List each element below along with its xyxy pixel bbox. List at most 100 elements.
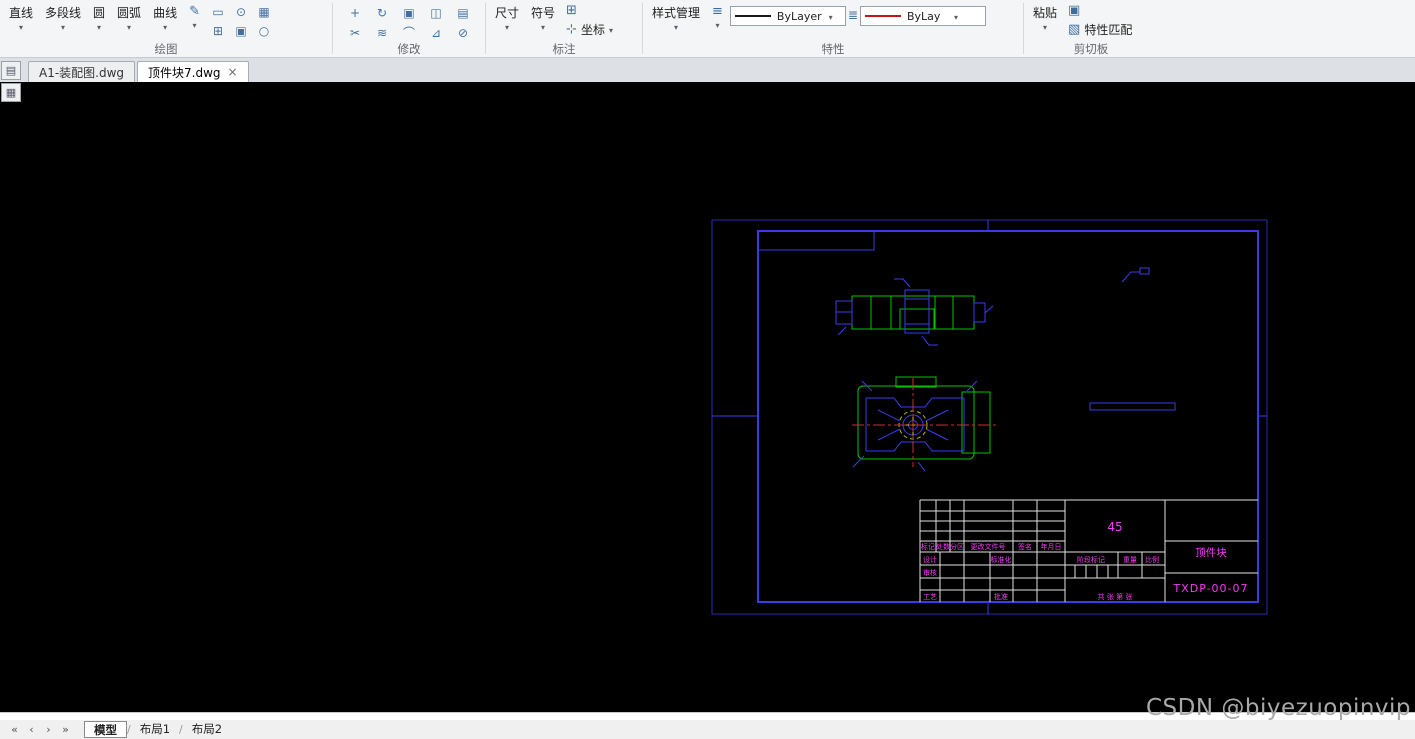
move-icon[interactable] xyxy=(342,3,368,22)
fillet-icon[interactable] xyxy=(396,23,422,42)
chevron-down-icon[interactable] xyxy=(193,21,197,30)
table-tool-button[interactable] xyxy=(562,2,617,19)
line-button[interactable]: 直线 xyxy=(4,1,38,33)
chevron-down-icon[interactable] xyxy=(674,23,678,32)
erase-icon[interactable] xyxy=(450,23,476,42)
tb-weight: 重量 xyxy=(1123,556,1137,564)
part-front-view[interactable] xyxy=(852,376,996,472)
array-icon[interactable] xyxy=(450,3,476,22)
chevron-down-icon[interactable] xyxy=(505,23,509,32)
chevron-down-icon[interactable] xyxy=(97,23,101,32)
tab-dingjiankuai7[interactable]: 顶件块7.dwg xyxy=(137,61,249,82)
style-manager-button[interactable]: 样式管理 xyxy=(647,1,705,33)
surface-finish-mark[interactable] xyxy=(1121,267,1150,283)
curve-button[interactable]: 曲线 xyxy=(148,1,182,33)
tb-scale: 比例 xyxy=(1145,555,1159,564)
side-toolbar-icon-2[interactable] xyxy=(1,83,21,102)
tab-label: 顶件块7.dwg xyxy=(148,65,221,80)
chevron-down-icon[interactable] xyxy=(715,21,719,30)
tab-layout1[interactable]: 布局1 xyxy=(131,721,179,738)
copy-icon[interactable] xyxy=(396,3,422,22)
prev-tab-icon[interactable] xyxy=(25,723,38,736)
linetype-dropdown[interactable]: ByLay xyxy=(859,6,986,26)
polyline-button[interactable]: 多段线 xyxy=(40,1,86,33)
arc-button[interactable]: 圆弧 xyxy=(112,1,146,33)
hatch-button[interactable] xyxy=(184,1,205,31)
modify-icons xyxy=(342,3,476,42)
tb-date: 年月日 xyxy=(1041,542,1062,551)
color-dropdown[interactable]: ByLayer xyxy=(729,6,846,26)
title-block[interactable]: 标记 处数 分区 更改文件号 签名 年月日 设计 标准化 阶段标记 重量 比例 … xyxy=(919,499,1258,602)
tab-label: A1-装配图.dwg xyxy=(39,65,125,80)
chevron-down-icon[interactable] xyxy=(1043,23,1047,32)
ellipse-icon[interactable] xyxy=(253,22,275,40)
side-view-bar[interactable] xyxy=(1089,402,1176,411)
paste-button-label: 粘贴 xyxy=(1033,6,1058,20)
chevron-down-icon[interactable] xyxy=(61,23,65,32)
dimension-button[interactable]: 尺寸 xyxy=(490,1,524,33)
trim-icon[interactable] xyxy=(342,23,368,42)
match-properties-button[interactable]: 特性匹配 xyxy=(1064,20,1136,39)
color-sample-line xyxy=(734,15,771,17)
circle-button[interactable]: 圆 xyxy=(88,1,110,33)
coordinate-button[interactable]: 坐标 xyxy=(562,20,617,39)
color-dropdown-value: ByLayer xyxy=(776,9,822,23)
clipboard-group-label: 剪切板 xyxy=(1073,42,1109,56)
linetype-list-icon[interactable] xyxy=(848,8,858,22)
point-icon[interactable] xyxy=(230,3,252,21)
mirror-icon[interactable] xyxy=(423,3,449,22)
tb-check: 审核 xyxy=(923,568,937,577)
region-icon[interactable] xyxy=(253,3,275,21)
tb-count: 处数 xyxy=(936,542,950,551)
chamfer-icon[interactable] xyxy=(423,23,449,42)
tb-stage: 阶段标记 xyxy=(1077,555,1105,564)
side-palette xyxy=(1,61,21,102)
draw-group-label: 绘图 xyxy=(154,42,178,56)
ribbon: 直线 多段线 圆 圆弧 曲线 xyxy=(0,0,1415,58)
last-tab-icon[interactable] xyxy=(59,723,72,736)
tab-model[interactable]: 模型 xyxy=(84,721,127,738)
rotate-icon[interactable] xyxy=(369,3,395,22)
table-icon[interactable] xyxy=(207,22,229,40)
tb-process: 工艺 xyxy=(923,593,937,601)
symbol-button[interactable]: 符号 xyxy=(526,1,560,33)
tb-standardization: 标准化 xyxy=(991,555,1012,564)
ribbon-group-modify: 修改 xyxy=(333,0,485,57)
tb-material: 45 xyxy=(1107,520,1122,534)
chevron-down-icon[interactable] xyxy=(19,23,23,32)
chevron-down-icon[interactable] xyxy=(609,26,613,35)
drawing-canvas[interactable]: 标记 处数 分区 更改文件号 签名 年月日 设计 标准化 阶段标记 重量 比例 … xyxy=(0,82,1415,712)
cad-viewport[interactable]: 标记 处数 分区 更改文件号 签名 年月日 设计 标准化 阶段标记 重量 比例 … xyxy=(0,82,1415,712)
match-properties-label: 特性匹配 xyxy=(1084,23,1133,37)
chevron-down-icon[interactable] xyxy=(127,23,131,32)
offset-icon[interactable] xyxy=(369,23,395,42)
side-toolbar-icon-1[interactable] xyxy=(1,61,21,80)
first-tab-icon[interactable] xyxy=(8,723,21,736)
next-tab-icon[interactable] xyxy=(42,723,55,736)
chevron-down-icon[interactable] xyxy=(954,13,958,22)
ribbon-group-annotate: 尺寸 符号 坐标 标注 xyxy=(486,0,642,57)
command-line-strip[interactable] xyxy=(0,712,1415,720)
tab-a1-assembly-drawing[interactable]: A1-装配图.dwg xyxy=(28,61,136,82)
chevron-down-icon[interactable] xyxy=(541,23,545,32)
modify-group-label: 修改 xyxy=(397,42,421,56)
symbol-button-label: 符号 xyxy=(531,6,556,20)
close-icon[interactable] xyxy=(228,66,238,78)
line-button-label: 直线 xyxy=(9,6,34,20)
copy-tool-button[interactable] xyxy=(1064,2,1136,19)
block-icon[interactable] xyxy=(230,22,252,40)
part-top-view[interactable] xyxy=(835,278,994,346)
curve-button-label: 曲线 xyxy=(153,6,178,20)
properties-group-label: 特性 xyxy=(821,42,845,56)
tb-part-name: 顶件块 xyxy=(1195,547,1227,559)
layer-list-button[interactable] xyxy=(707,1,728,31)
chevron-down-icon[interactable] xyxy=(829,13,833,22)
tab-layout2[interactable]: 布局2 xyxy=(183,721,231,738)
brush-icon xyxy=(1068,22,1080,37)
chevron-down-icon[interactable] xyxy=(163,23,167,32)
tb-design: 设计 xyxy=(923,555,937,564)
rectangle-icon[interactable] xyxy=(207,3,229,21)
style-manager-label: 样式管理 xyxy=(652,6,701,20)
paste-button[interactable]: 粘贴 xyxy=(1028,1,1062,33)
ribbon-empty-space xyxy=(1158,0,1415,57)
